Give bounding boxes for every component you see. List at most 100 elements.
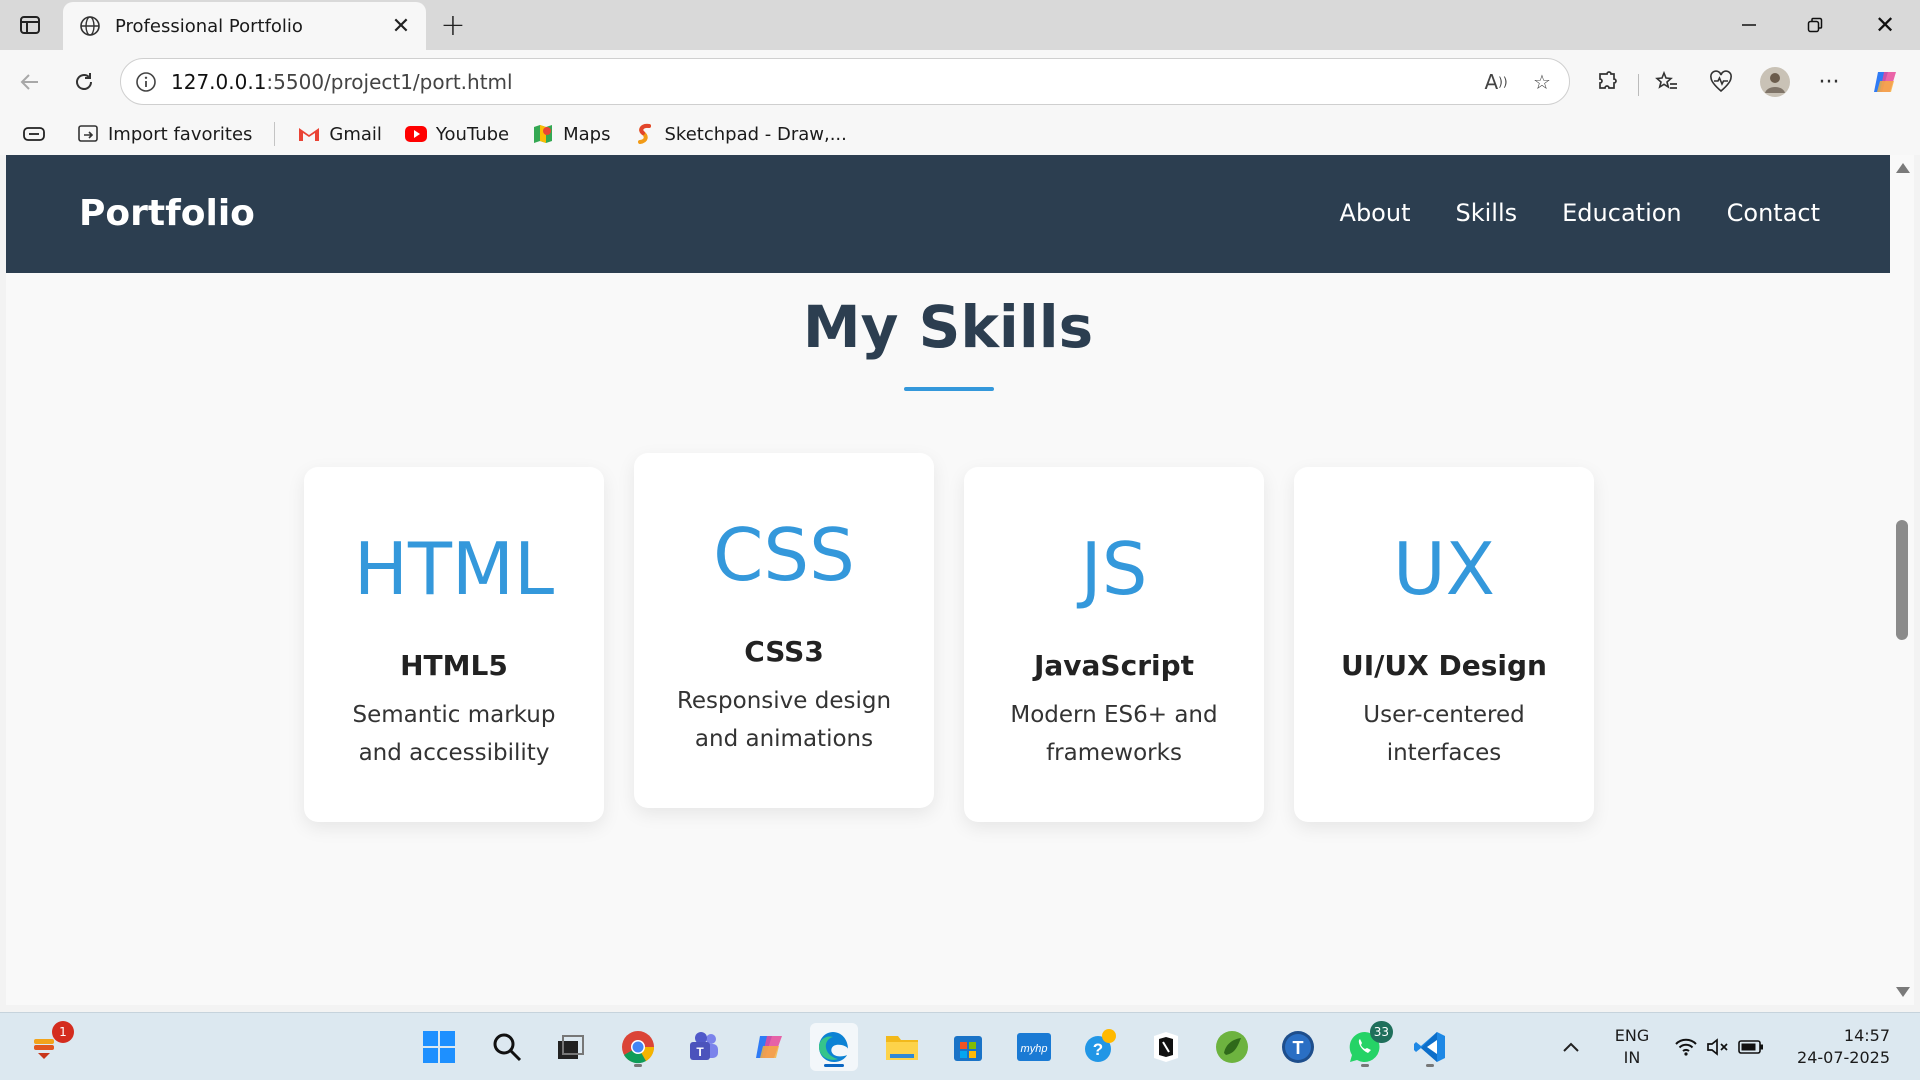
bookmark-maps[interactable]: Maps [531,122,611,146]
bookmark-label: Gmail [329,123,382,145]
clock[interactable]: 14:57 24-07-2025 [1790,1013,1890,1080]
widgets-button[interactable]: 1 [22,1021,74,1071]
import-icon [76,122,100,146]
windows-logo-icon [423,1031,455,1063]
browser-essentials-icon[interactable] [1702,64,1740,100]
new-tab-button[interactable]: + [436,8,470,43]
taskbar-teams[interactable]: T [680,1023,728,1071]
skill-card-html[interactable]: HTML HTML5 Semantic markup and accessibi… [304,467,604,822]
close-tab-icon[interactable]: ✕ [384,9,418,43]
copilot-icon[interactable] [1866,64,1904,100]
favorite-star-icon[interactable]: ☆ [1523,63,1561,101]
search-button[interactable] [483,1023,531,1071]
scroll-down-arrow[interactable] [1896,987,1910,997]
taskbar-spring-tool[interactable] [1208,1023,1256,1071]
lang-line1: ENG [1614,1026,1650,1045]
back-arrow-icon [20,74,38,90]
taskbar-file-explorer[interactable] [878,1023,926,1071]
skill-card-css[interactable]: CSS CSS3 Responsive design and animation… [634,453,934,808]
active-tab[interactable]: Professional Portfolio ✕ [63,2,426,50]
skill-abbr: HTML [353,527,555,611]
skill-name: UI/UX Design [1341,649,1547,682]
skill-name: HTML5 [400,649,508,682]
url-text[interactable]: 127.0.0.1:5500/project1/port.html [171,70,1477,94]
site-info-icon[interactable] [133,69,159,95]
notion-icon [1154,1032,1178,1062]
skill-desc: Responsive design and animations [676,688,892,752]
taskbar-myhp[interactable]: myhp [1010,1023,1058,1071]
svg-text:myhp: myhp [1021,1043,1048,1055]
taskbar-chrome[interactable] [614,1023,662,1071]
tool-app-icon: T [1282,1031,1314,1063]
taskbar-edge[interactable] [810,1023,858,1071]
taskbar-get-help[interactable]: ? [1076,1023,1124,1071]
taskbar-telegram-like[interactable]: T [1274,1023,1322,1071]
bookmark-gmail[interactable]: Gmail [297,122,382,146]
site-brand[interactable]: Portfolio [79,193,255,234]
bookmarks-collections-button[interactable] [22,122,54,146]
bookmark-label: Import favorites [108,123,253,145]
wifi-icon [1675,1038,1697,1056]
volume-muted-icon [1707,1038,1728,1056]
title-underline [904,387,994,391]
site-nav-links: About Skills Education Contact [1295,199,1820,227]
restore-button[interactable] [1782,0,1848,50]
scroll-thumb[interactable] [1896,520,1908,640]
skill-card-js[interactable]: JS JavaScript Modern ES6+ and frameworks [964,467,1264,822]
nav-link-contact[interactable]: Contact [1727,199,1820,227]
taskbar-vscode[interactable] [1406,1023,1454,1071]
bookmark-youtube[interactable]: YouTube [404,122,509,146]
url-host: 127.0.0.1 [171,69,267,94]
running-indicator [1426,1064,1434,1067]
back-button[interactable] [10,62,50,102]
skill-card-ux[interactable]: UX UI/UX Design User-centered interfaces [1294,467,1594,822]
quick-settings[interactable] [1674,1013,1764,1080]
folder-icon [886,1036,918,1060]
running-indicator [1361,1064,1369,1067]
more-menu-icon[interactable]: ··· [1810,64,1848,100]
favorites-icon[interactable] [1648,64,1686,100]
start-button[interactable] [415,1023,463,1071]
spring-icon [1216,1031,1248,1063]
bookmark-label: YouTube [435,123,510,145]
show-hidden-icons[interactable] [1562,1013,1580,1080]
close-window-button[interactable]: ✕ [1852,0,1918,50]
profile-avatar[interactable] [1756,64,1794,100]
bookmark-sketchpad[interactable]: Sketchpad - Draw,... [633,122,847,146]
chevron-up-icon [1563,1042,1579,1052]
store-icon [954,1036,982,1061]
url-path: :5500/project1/port.html [266,69,513,94]
skill-name: CSS3 [744,635,824,668]
widgets-badge: 1 [52,1021,74,1043]
bookmarks-separator [274,122,276,146]
maps-icon [531,122,555,146]
skill-abbr: CSS [713,513,855,597]
taskbar-notion[interactable] [1142,1023,1190,1071]
language-indicator[interactable]: ENG IN [1612,1013,1652,1080]
youtube-icon [404,122,428,146]
nav-link-about[interactable]: About [1340,199,1411,227]
tab-actions-button[interactable] [10,10,50,40]
chrome-icon [622,1031,655,1064]
nav-link-education[interactable]: Education [1562,199,1681,227]
bookmark-label: Maps [563,123,611,145]
taskbar-copilot[interactable] [745,1023,793,1071]
nav-link-skills[interactable]: Skills [1456,199,1518,227]
taskbar-store[interactable] [944,1023,992,1071]
bookmark-import-favorites[interactable]: Import favorites [76,122,252,146]
minimize-button[interactable] [1716,0,1782,50]
address-bar[interactable]: 127.0.0.1:5500/project1/port.html A)) ☆ [120,58,1570,105]
task-view-button[interactable] [546,1023,594,1071]
scroll-up-arrow[interactable] [1896,163,1910,173]
svg-text:T: T [1293,1038,1304,1058]
svg-text:T: T [696,1045,704,1059]
extensions-icon[interactable] [1588,64,1626,100]
reload-button[interactable] [64,62,104,102]
gmail-icon [297,122,321,146]
page-scrollbar[interactable] [1890,155,1914,1005]
taskbar-whatsapp[interactable]: 33 [1341,1021,1393,1071]
active-indicator [824,1064,844,1067]
skill-abbr: JS [1080,527,1148,611]
toolbar-divider [1638,74,1639,96]
read-aloud-icon[interactable]: A)) [1477,63,1515,101]
